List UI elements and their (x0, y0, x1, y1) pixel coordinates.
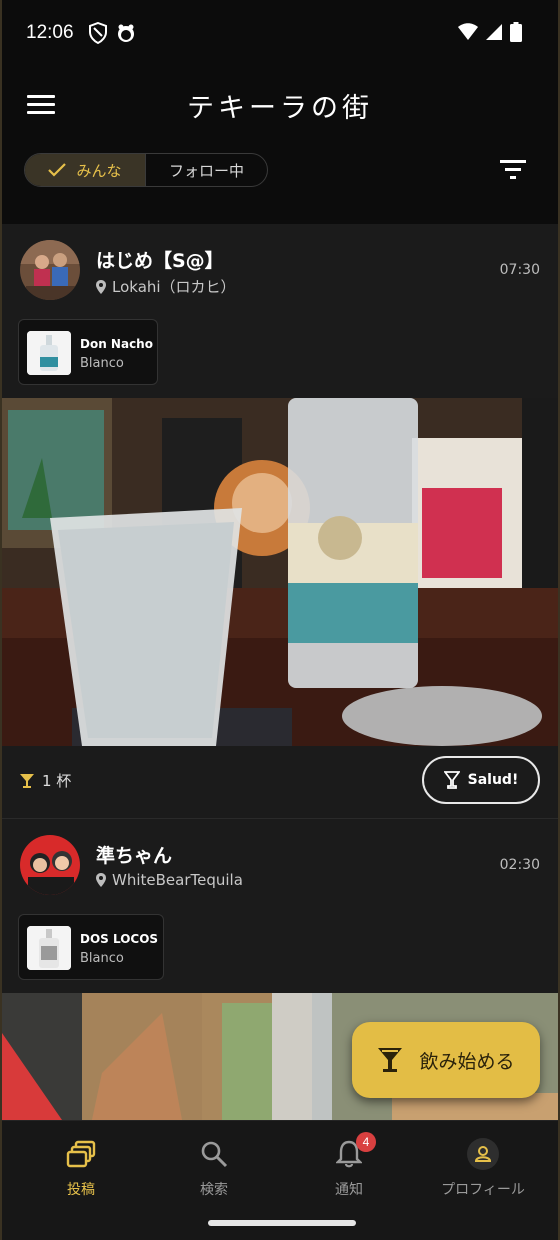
page-title: テキーラの街 (187, 93, 373, 124)
nav-item-search[interactable]: 検索 (159, 1137, 269, 1199)
nav-label: 投稿 (67, 1182, 95, 1198)
shield-icon (89, 22, 107, 44)
post-time: 02:30 (499, 857, 540, 873)
filter-option-following[interactable]: フォロー中 (146, 154, 267, 186)
post-location[interactable]: WhiteBearTequila (96, 871, 243, 889)
bottle-type: Blanco (80, 356, 124, 371)
filter-icon[interactable] (500, 158, 530, 182)
post-header: 準ちゃん WhiteBearTequila 02:30 (2, 819, 558, 911)
signal-icon (486, 24, 502, 40)
start-drinking-button[interactable]: 飲み始める (352, 1022, 540, 1098)
start-drinking-label: 飲み始める (419, 1050, 515, 1073)
app-notification-icon (118, 24, 134, 42)
posts-icon (26, 1137, 136, 1171)
nav-item-posts[interactable]: 投稿 (26, 1137, 136, 1199)
bottle-brand: Don Nacho (80, 337, 153, 351)
status-time: 12:06 (26, 22, 74, 43)
cocktail-glass-icon (20, 773, 34, 788)
cocktail-glass-icon (443, 771, 460, 789)
notification-badge: 4 (356, 1132, 376, 1152)
nav-label: 検索 (200, 1182, 228, 1198)
tequila-chip[interactable]: Don Nacho Blanco (18, 319, 158, 385)
battery-icon (510, 22, 522, 42)
nav-item-profile[interactable]: プロフィール (428, 1137, 538, 1199)
nav-item-notifications[interactable]: 4 通知 (294, 1132, 404, 1199)
post-location-label: Lokahi（ロカヒ） (112, 278, 236, 296)
status-right-icons (458, 22, 522, 42)
filter-option-label: みんな (76, 161, 122, 180)
bottle-type: Blanco (80, 951, 124, 966)
post-location-label: WhiteBearTequila (112, 871, 243, 889)
location-pin-icon (96, 279, 106, 294)
app-bar: テキーラの街 みんな フォロー中 (2, 68, 558, 224)
post-actions: 1 杯 Salud! (2, 746, 558, 818)
bell-icon: 4 (294, 1132, 404, 1171)
post-card[interactable]: はじめ【S@】 Lokahi（ロカヒ） 07:30 Don Nacho Blan… (2, 224, 558, 818)
post-photo[interactable] (2, 398, 558, 746)
location-pin-icon (96, 873, 106, 887)
check-icon (48, 163, 67, 177)
profile-icon (428, 1137, 538, 1171)
status-bar: 12:06 (2, 0, 558, 68)
home-indicator[interactable] (208, 1220, 356, 1226)
nav-label: 通知 (335, 1182, 363, 1198)
salud-button-label: Salud! (467, 772, 519, 788)
bottle-brand: DOS LOCOS (80, 932, 159, 946)
salud-button[interactable]: Salud! (422, 756, 540, 804)
post-username[interactable]: 準ちゃん (96, 841, 172, 868)
cup-count-label: 1 杯 (42, 772, 72, 790)
post-header: はじめ【S@】 Lokahi（ロカヒ） 07:30 (2, 224, 558, 316)
cup-count: 1 杯 (20, 770, 71, 791)
tequila-chip[interactable]: DOS LOCOS Blanco (18, 914, 164, 980)
post-time: 07:30 (499, 262, 540, 278)
post-username[interactable]: はじめ【S@】 (96, 246, 224, 273)
cocktail-glass-icon (378, 1048, 403, 1072)
post-location[interactable]: Lokahi（ロカヒ） (96, 276, 236, 297)
search-icon (159, 1137, 269, 1171)
post-feed: はじめ【S@】 Lokahi（ロカヒ） 07:30 Don Nacho Blan… (2, 224, 558, 1120)
app-screen: 12:06 テキーラの街 みんな フォロー中 はじめ【S@】 Lokahi（ロカ… (0, 0, 560, 1240)
filter-option-everyone[interactable]: みんな (25, 154, 146, 186)
bottle-thumbnail (27, 331, 71, 375)
filter-option-label: フォロー中 (168, 161, 244, 180)
avatar[interactable] (20, 835, 80, 895)
avatar[interactable] (20, 240, 80, 300)
bottle-thumbnail (27, 926, 71, 970)
feed-filter-toggle: みんな フォロー中 (24, 153, 268, 187)
wifi-icon (458, 23, 478, 40)
nav-label: プロフィール (441, 1182, 525, 1198)
